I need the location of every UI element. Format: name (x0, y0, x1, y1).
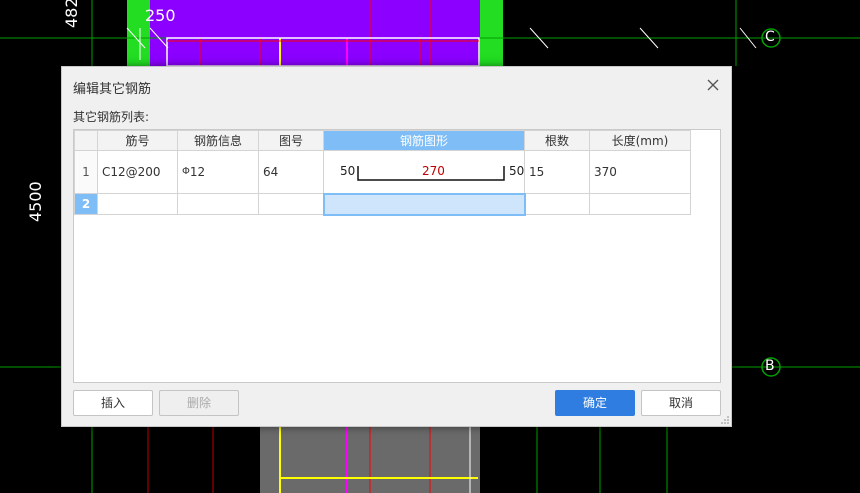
cell-fig-no[interactable]: 64 (258, 150, 324, 194)
rebar-table: 筋号 钢筋信息 图号 钢筋图形 根数 长度(mm) 1 C12@200 Φ12 … (74, 130, 691, 216)
cell-count[interactable]: 15 (524, 150, 590, 194)
column-header-bar-info[interactable]: 钢筋信息 (177, 130, 259, 151)
table-corner-header (74, 130, 98, 151)
cell-fig-no[interactable] (258, 193, 324, 215)
cell-bar-info[interactable] (177, 193, 259, 215)
insert-button[interactable]: 插入 (73, 390, 153, 416)
dimension-label-250: 250 (145, 6, 176, 25)
axis-label-b: B (765, 358, 775, 374)
table-row[interactable]: 2 (74, 192, 691, 216)
table-row[interactable]: 1 C12@200 Φ12 64 50 270 50 15 370 (74, 150, 691, 194)
column-header-length[interactable]: 长度(mm) (589, 130, 691, 151)
close-icon[interactable] (705, 77, 721, 93)
cell-bar-shape-selected[interactable] (322, 192, 526, 216)
cancel-button[interactable]: 取消 (641, 390, 721, 416)
dialog-title: 编辑其它钢筋 (73, 82, 152, 97)
dimension-label-4820: 4820 (62, 0, 81, 28)
axis-label-c: C (765, 29, 775, 45)
rebar-shape-drawing: 50 270 50 (324, 151, 524, 194)
rebar-list-label: 其它钢筋列表: (73, 110, 150, 124)
cell-bar-shape[interactable]: 50 270 50 (323, 150, 525, 194)
rebar-grid: 筋号 钢筋信息 图号 钢筋图形 根数 长度(mm) 1 C12@200 Φ12 … (73, 129, 721, 383)
shape-left-length: 50 (340, 164, 356, 178)
cell-bar-no[interactable]: C12@200 (97, 150, 178, 194)
delete-button[interactable]: 删除 (159, 390, 239, 416)
column-header-bar-no[interactable]: 筋号 (97, 130, 178, 151)
column-header-fig-no[interactable]: 图号 (258, 130, 324, 151)
cell-length[interactable] (589, 193, 691, 215)
cell-bar-no[interactable] (97, 193, 178, 215)
edit-other-rebar-dialog: 编辑其它钢筋 其它钢筋列表: 筋号 钢筋信息 图号 钢筋图形 根数 长度(mm) (61, 66, 732, 427)
dimension-label-4500: 4500 (26, 181, 45, 222)
shape-right-length: 50 (509, 164, 525, 178)
shape-middle-length: 270 (422, 164, 445, 178)
column-header-count[interactable]: 根数 (524, 130, 590, 151)
cell-count[interactable] (524, 193, 590, 215)
rebar-grade-symbol: Φ (182, 166, 190, 177)
cell-length[interactable]: 370 (589, 150, 691, 194)
resize-grip-icon[interactable] (721, 416, 729, 424)
ok-button[interactable]: 确定 (555, 390, 635, 416)
cell-bar-info[interactable]: Φ12 (177, 150, 259, 194)
row-number[interactable]: 2 (74, 193, 98, 215)
cell-bar-info-diameter: 12 (189, 165, 206, 179)
column-header-bar-shape[interactable]: 钢筋图形 (323, 130, 525, 151)
row-number[interactable]: 1 (74, 150, 98, 194)
